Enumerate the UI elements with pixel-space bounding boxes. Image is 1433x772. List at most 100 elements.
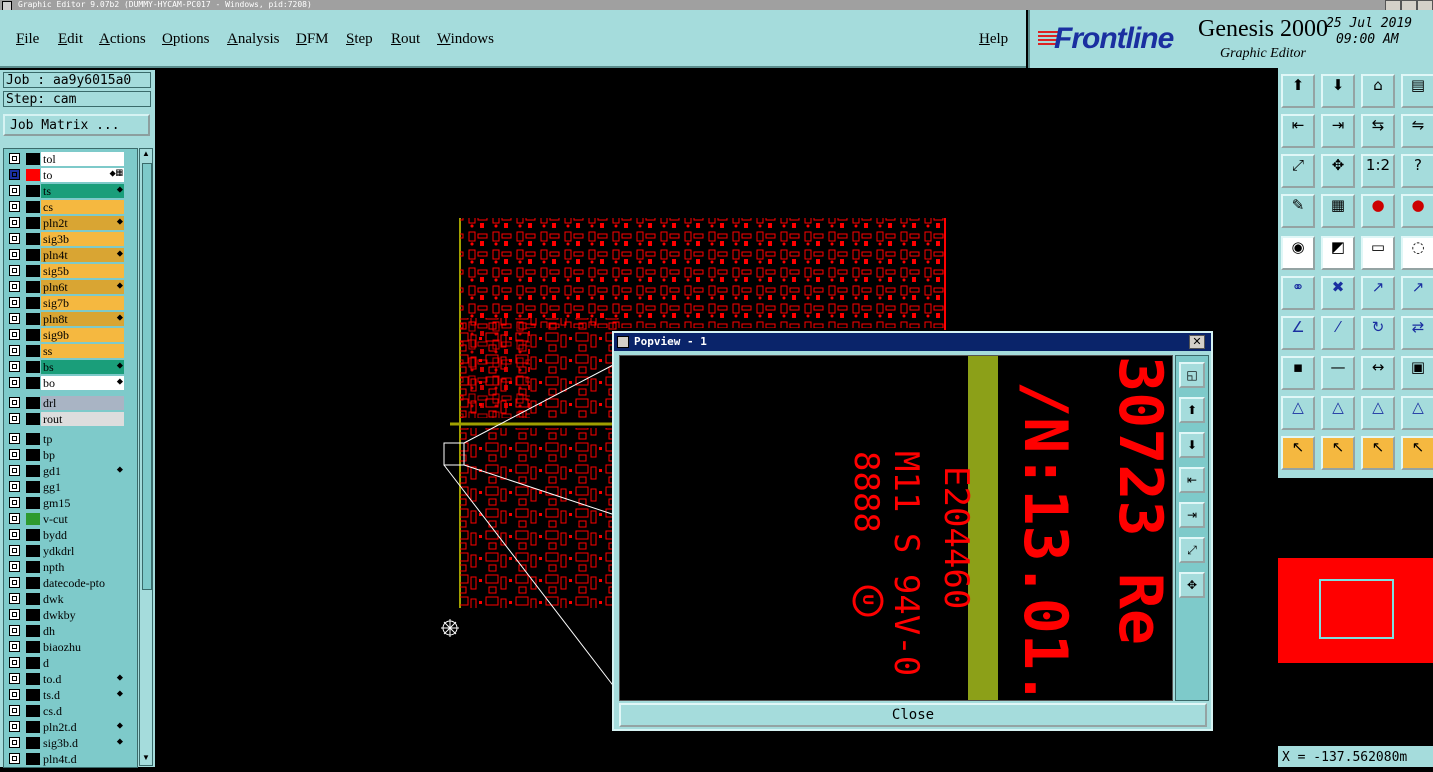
layer-name[interactable]: bydd — [41, 528, 124, 542]
layer-checkbox[interactable] — [9, 249, 20, 260]
layer-color-swatch[interactable] — [26, 217, 40, 229]
add-pad-icon[interactable]: ▪ — [1281, 356, 1315, 390]
layer-checkbox[interactable] — [9, 297, 20, 308]
add-line-icon[interactable]: — — [1321, 356, 1355, 390]
layer-name[interactable]: drl — [41, 396, 124, 410]
menu-file[interactable]: File — [16, 31, 39, 48]
pointer-route-icon[interactable]: ↖ — [1401, 436, 1433, 470]
layer-checkbox[interactable] — [9, 377, 20, 388]
layer-row-to.d[interactable]: to.d ⬥ — [4, 671, 137, 687]
home-icon[interactable]: ⌂ — [1361, 74, 1395, 108]
layer-color-swatch[interactable] — [26, 233, 40, 245]
minimize-button[interactable] — [1385, 0, 1401, 10]
layer-name[interactable]: pln2t.d — [41, 720, 124, 734]
layer-row-sig3b.d[interactable]: sig3b.d ⬥ — [4, 735, 137, 751]
select-red-icon[interactable]: ● — [1361, 194, 1395, 228]
pan-right-icon[interactable]: ⇥ — [1179, 502, 1205, 528]
layer-color-swatch[interactable] — [26, 481, 40, 493]
layer-color-swatch[interactable] — [26, 345, 40, 357]
layer-checkbox[interactable] — [9, 497, 20, 508]
zoom-out-icon[interactable]: ⬇ — [1179, 432, 1205, 458]
flip-icon[interactable]: ⇋ — [1401, 114, 1433, 148]
layer-color-swatch[interactable] — [26, 413, 40, 425]
layer-color-swatch[interactable] — [26, 377, 40, 389]
menu-rout[interactable]: Rout — [391, 31, 420, 48]
pointer-area-icon[interactable]: ↖ — [1361, 436, 1395, 470]
layer-name[interactable]: gm15 — [41, 496, 124, 510]
layer-color-swatch[interactable] — [26, 561, 40, 573]
layer-name[interactable]: d — [41, 656, 124, 670]
center-icon[interactable]: ✥ — [1321, 154, 1355, 188]
layer-color-swatch[interactable] — [26, 249, 40, 261]
layer-row-pln2t[interactable]: pln2t ⬥ — [4, 215, 137, 231]
layer-checkbox[interactable] — [9, 753, 20, 764]
layer-checkbox[interactable] — [9, 465, 20, 476]
layer-name[interactable]: sig9b — [41, 328, 124, 342]
help-icon[interactable]: ? — [1401, 154, 1433, 188]
layer-color-swatch[interactable] — [26, 361, 40, 373]
layer-row-ydkdrl[interactable]: ydkdrl — [4, 543, 137, 559]
menu-dfm[interactable]: DFM — [296, 31, 329, 48]
layer-color-swatch[interactable] — [26, 153, 40, 165]
layer-name[interactable]: ydkdrl — [41, 544, 124, 558]
layer-row-ss[interactable]: ss — [4, 343, 137, 359]
layer-row-npth[interactable]: npth — [4, 559, 137, 575]
layer-checkbox[interactable] — [9, 705, 20, 716]
layer-row-datecode-pto[interactable]: datecode-pto — [4, 575, 137, 591]
layer-row-ts.d[interactable]: ts.d ⬥ — [4, 687, 137, 703]
menu-edit[interactable]: Edit — [58, 31, 83, 48]
overview-minimap[interactable] — [1278, 478, 1433, 746]
layer-name[interactable]: pln2t — [41, 216, 124, 230]
layer-name[interactable]: cs.d — [41, 704, 124, 718]
layer-checkbox[interactable] — [9, 577, 20, 588]
layer-row-pln4t.d[interactable]: pln4t.d — [4, 751, 137, 767]
layer-color-swatch[interactable] — [26, 313, 40, 325]
angle-icon[interactable]: ∠ — [1281, 316, 1315, 350]
layer-checkbox[interactable] — [9, 593, 20, 604]
layer-row-bp[interactable]: bp — [4, 447, 137, 463]
layer-row-pln8t[interactable]: pln8t ⬥ — [4, 311, 137, 327]
layer-color-swatch[interactable] — [26, 449, 40, 461]
layer-color-swatch[interactable] — [26, 497, 40, 509]
zoom-home-icon[interactable]: ⬆ — [1281, 74, 1315, 108]
layer-row-gm15[interactable]: gm15 — [4, 495, 137, 511]
rotate-icon[interactable]: ↻ — [1361, 316, 1395, 350]
layer-name[interactable]: bp — [41, 448, 124, 462]
scroll-down-icon[interactable]: ▼ — [141, 753, 151, 765]
layer-name[interactable]: tol — [41, 152, 124, 166]
scroll-up-icon[interactable]: ▲ — [141, 149, 151, 161]
menu-step[interactable]: Step — [346, 31, 373, 48]
layer-checkbox[interactable] — [9, 545, 20, 556]
layer-row-bo[interactable]: bo ⬥ — [4, 375, 137, 391]
layer-row-cs.d[interactable]: cs.d — [4, 703, 137, 719]
layer-checkbox[interactable] — [9, 233, 20, 244]
layer-name[interactable]: ts — [41, 184, 124, 198]
pad-icon[interactable]: ◉ — [1281, 236, 1315, 270]
mirror-icon[interactable]: ⇄ — [1401, 316, 1433, 350]
menu-options[interactable]: Options — [162, 31, 210, 48]
layer-name[interactable]: sig3b.d — [41, 736, 124, 750]
layer-color-swatch[interactable] — [26, 705, 40, 717]
layer-color-swatch[interactable] — [26, 529, 40, 541]
layer-row-sig5b[interactable]: sig5b — [4, 263, 137, 279]
layer-checkbox[interactable] — [9, 201, 20, 212]
layer-color-swatch[interactable] — [26, 433, 40, 445]
layer-name[interactable]: ss — [41, 344, 124, 358]
layer-checkbox[interactable] — [9, 641, 20, 652]
layer-row-dwk[interactable]: dwk — [4, 591, 137, 607]
grid-icon[interactable]: ▤ — [1401, 74, 1433, 108]
layer-checkbox[interactable] — [9, 529, 20, 540]
layer-name[interactable]: npth — [41, 560, 124, 574]
pan-right-icon[interactable]: ⇥ — [1321, 114, 1355, 148]
layer-color-swatch[interactable] — [26, 185, 40, 197]
copy-icon[interactable]: ↗ — [1401, 276, 1433, 310]
layer-name[interactable]: sig5b — [41, 264, 124, 278]
zoom-in-icon[interactable]: ⬆ — [1179, 397, 1205, 423]
layer-checkbox[interactable] — [9, 481, 20, 492]
layer-color-swatch[interactable] — [26, 609, 40, 621]
layer-color-swatch[interactable] — [26, 577, 40, 589]
layer-row-rout[interactable]: rout — [4, 411, 137, 427]
connect-icon[interactable]: ⚭ — [1281, 276, 1315, 310]
layer-name[interactable]: pln8t — [41, 312, 124, 326]
popview-close-button[interactable]: Close — [619, 703, 1207, 727]
